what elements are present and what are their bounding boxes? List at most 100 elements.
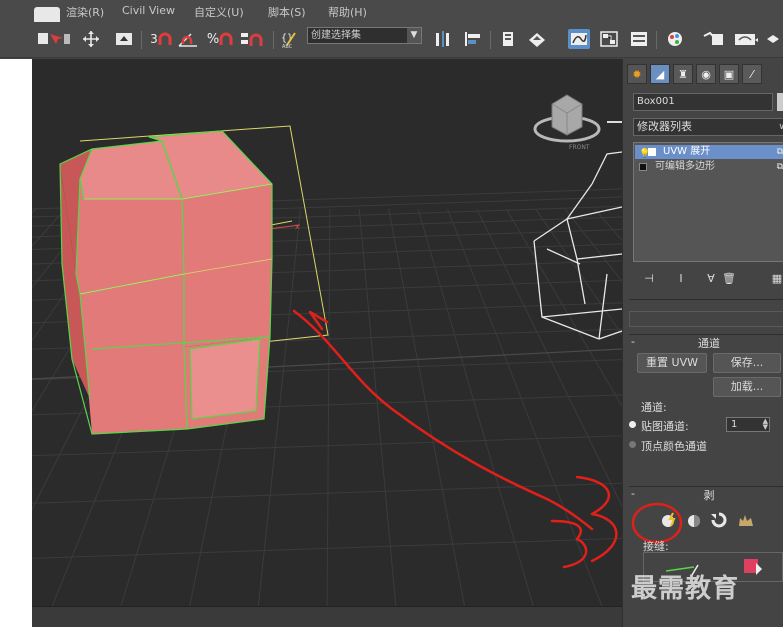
uvw-unwrap-object[interactable] — [59, 130, 273, 435]
object-name-value: Box001 — [637, 96, 675, 107]
snap-3d-icon[interactable]: 3 — [147, 29, 175, 49]
toolbar-separator — [656, 31, 657, 49]
grid-line — [326, 208, 331, 606]
peel-mode-icon[interactable] — [683, 509, 705, 531]
menu-scripting[interactable]: 脚本(S) — [268, 4, 306, 20]
map-channel-label: 贴图通道: — [641, 420, 689, 433]
select-rotate-icon[interactable] — [113, 29, 135, 49]
show-end-result-icon[interactable]: Ⅰ — [673, 271, 689, 287]
snap-3d-label: 3 — [150, 32, 158, 46]
grid-line — [505, 208, 622, 408]
percent-snap-label: % — [206, 31, 220, 47]
menu-civil-view[interactable]: Civil View — [122, 4, 175, 17]
pin-icon: ⧉ — [776, 147, 783, 157]
remove-modifier-icon[interactable]: 🗑 — [721, 271, 737, 287]
axis-x-label: x — [295, 222, 300, 231]
modify-tab-icon[interactable]: ◢ — [650, 64, 670, 84]
max-window: 渲染(R) Civil View 自定义(U) 脚本(S) 帮助(H) 3 % — [0, 0, 783, 627]
curve-editor-icon[interactable] — [568, 29, 590, 49]
load-button[interactable]: 加载... — [713, 377, 781, 397]
radio-unselected-icon — [629, 441, 636, 448]
motion-tab-icon[interactable]: ◉ — [696, 64, 716, 84]
material-editor-icon[interactable] — [628, 29, 650, 49]
chevron-down-icon: ▼ — [407, 28, 421, 43]
modifier-list-dropdown[interactable]: 修改器列表 ∨ — [633, 118, 783, 136]
main-toolbar: 3 % {} ABC 创建选择集 ▼ — [0, 22, 783, 58]
toggle-ribbon-icon[interactable] — [526, 29, 548, 49]
render-iterative-icon[interactable] — [764, 29, 782, 49]
view-cube-icon[interactable]: FRONT — [533, 94, 622, 151]
perspective-viewport[interactable]: FRONT z x — [32, 59, 622, 606]
watermark-logo: 最需教育 — [631, 574, 740, 604]
peel-rollout-header[interactable]: - 剥 — [629, 486, 783, 502]
hierarchy-tab-icon[interactable]: ♜ — [673, 64, 693, 84]
expand-box-icon[interactable] — [648, 148, 656, 156]
named-selection-set-dropdown[interactable]: 创建选择集 ▼ — [307, 27, 422, 44]
layer-explorer-icon[interactable] — [498, 29, 518, 49]
panel-divider — [629, 299, 783, 300]
command-panel: ✹ ◢ ♜ ◉ ▣ ⁄ Box001 修改器列表 ∨ 💡 UVW 展开 ⧉ 可编… — [622, 59, 783, 627]
grid-line — [594, 208, 622, 241]
menu-customize[interactable]: 自定义(U) — [194, 4, 244, 20]
expand-box-icon[interactable] — [639, 163, 647, 171]
grid-line — [32, 208, 66, 247]
grid-line — [447, 208, 603, 606]
object-name-field[interactable]: Box001 — [633, 93, 773, 111]
mirror-icon[interactable] — [432, 29, 454, 49]
grid-line — [417, 208, 534, 606]
selection-rollout-collapsed[interactable] — [629, 311, 783, 327]
toolbar-separator — [273, 31, 274, 49]
view-cube-label: FRONT — [569, 144, 590, 151]
pin-tool-icon[interactable] — [735, 509, 757, 531]
schematic-view-icon[interactable] — [598, 29, 620, 49]
stack-item-editable-poly[interactable]: 可编辑多边形 ⧉ — [635, 160, 783, 174]
move-icon[interactable] — [80, 29, 102, 49]
configure-sets-icon[interactable]: ▦ — [769, 271, 783, 287]
grid-line — [388, 208, 466, 606]
display-tab-icon[interactable]: ▣ — [719, 64, 739, 84]
map-channel-spinner[interactable]: 1 ▲ ▼ — [726, 417, 770, 432]
channel-group-label: 通道: — [641, 401, 667, 414]
create-tab-icon[interactable]: ✹ — [627, 64, 647, 84]
grid-line — [476, 208, 622, 508]
edit-named-selection-icon[interactable]: {} ABC — [278, 29, 300, 49]
toolbar-separator — [141, 31, 142, 49]
utilities-tab-icon[interactable]: ⁄ — [742, 64, 762, 84]
object-color-swatch[interactable] — [777, 93, 783, 111]
channel-rollout-title: 通道 — [698, 337, 720, 350]
rendered-frame-window-icon[interactable] — [700, 29, 726, 49]
reset-uvw-button[interactable]: 重置 UVW — [637, 353, 707, 373]
chevron-down-icon: ∨ — [778, 122, 783, 132]
red-annotation — [292, 309, 618, 569]
vertex-color-channel-radio[interactable]: 顶点颜色通道 — [629, 438, 707, 454]
modifier-stack: 💡 UVW 展开 ⧉ 可编辑多边形 ⧉ — [633, 142, 783, 262]
stack-toolbar: ⊣ Ⅰ ∀ 🗑 ▦ — [633, 269, 783, 291]
viewport-left-margin — [0, 59, 32, 627]
reset-peel-icon[interactable] — [708, 509, 730, 531]
named-selection-set-value: 创建选择集 — [311, 30, 361, 41]
pin-stack-icon[interactable]: ⊣ — [641, 271, 657, 287]
percent-snap-icon[interactable]: % — [206, 29, 234, 49]
render-production-icon[interactable] — [732, 29, 760, 49]
channel-rollout-header[interactable]: - 通道 — [629, 334, 783, 350]
radio-selected-icon — [629, 421, 636, 428]
spinner-arrows-icon[interactable]: ▲ ▼ — [763, 418, 768, 431]
render-setup-icon[interactable] — [664, 29, 686, 49]
make-unique-icon[interactable]: ∀ — [703, 271, 719, 287]
map-channel-value: 1 — [731, 419, 738, 430]
map-channel-radio[interactable]: 贴图通道: — [629, 418, 689, 434]
select-filter-icon[interactable] — [34, 29, 72, 49]
angle-snap-icon[interactable] — [176, 29, 200, 49]
stack-item-uvw-unwrap[interactable]: 💡 UVW 展开 ⧉ — [635, 145, 783, 159]
grid-line — [32, 435, 622, 457]
spinner-snap-icon[interactable] — [238, 29, 266, 49]
time-slider[interactable] — [32, 606, 622, 627]
menu-render[interactable]: 渲染(R) — [66, 4, 104, 20]
toolbar-separator — [490, 31, 491, 49]
menu-help[interactable]: 帮助(H) — [328, 4, 367, 20]
svg-text:ABC: ABC — [282, 44, 293, 49]
align-icon[interactable] — [462, 29, 484, 49]
vertex-color-label: 顶点颜色通道 — [641, 440, 707, 453]
save-button[interactable]: 保存... — [713, 353, 781, 373]
modifier-list-label: 修改器列表 — [637, 120, 692, 133]
